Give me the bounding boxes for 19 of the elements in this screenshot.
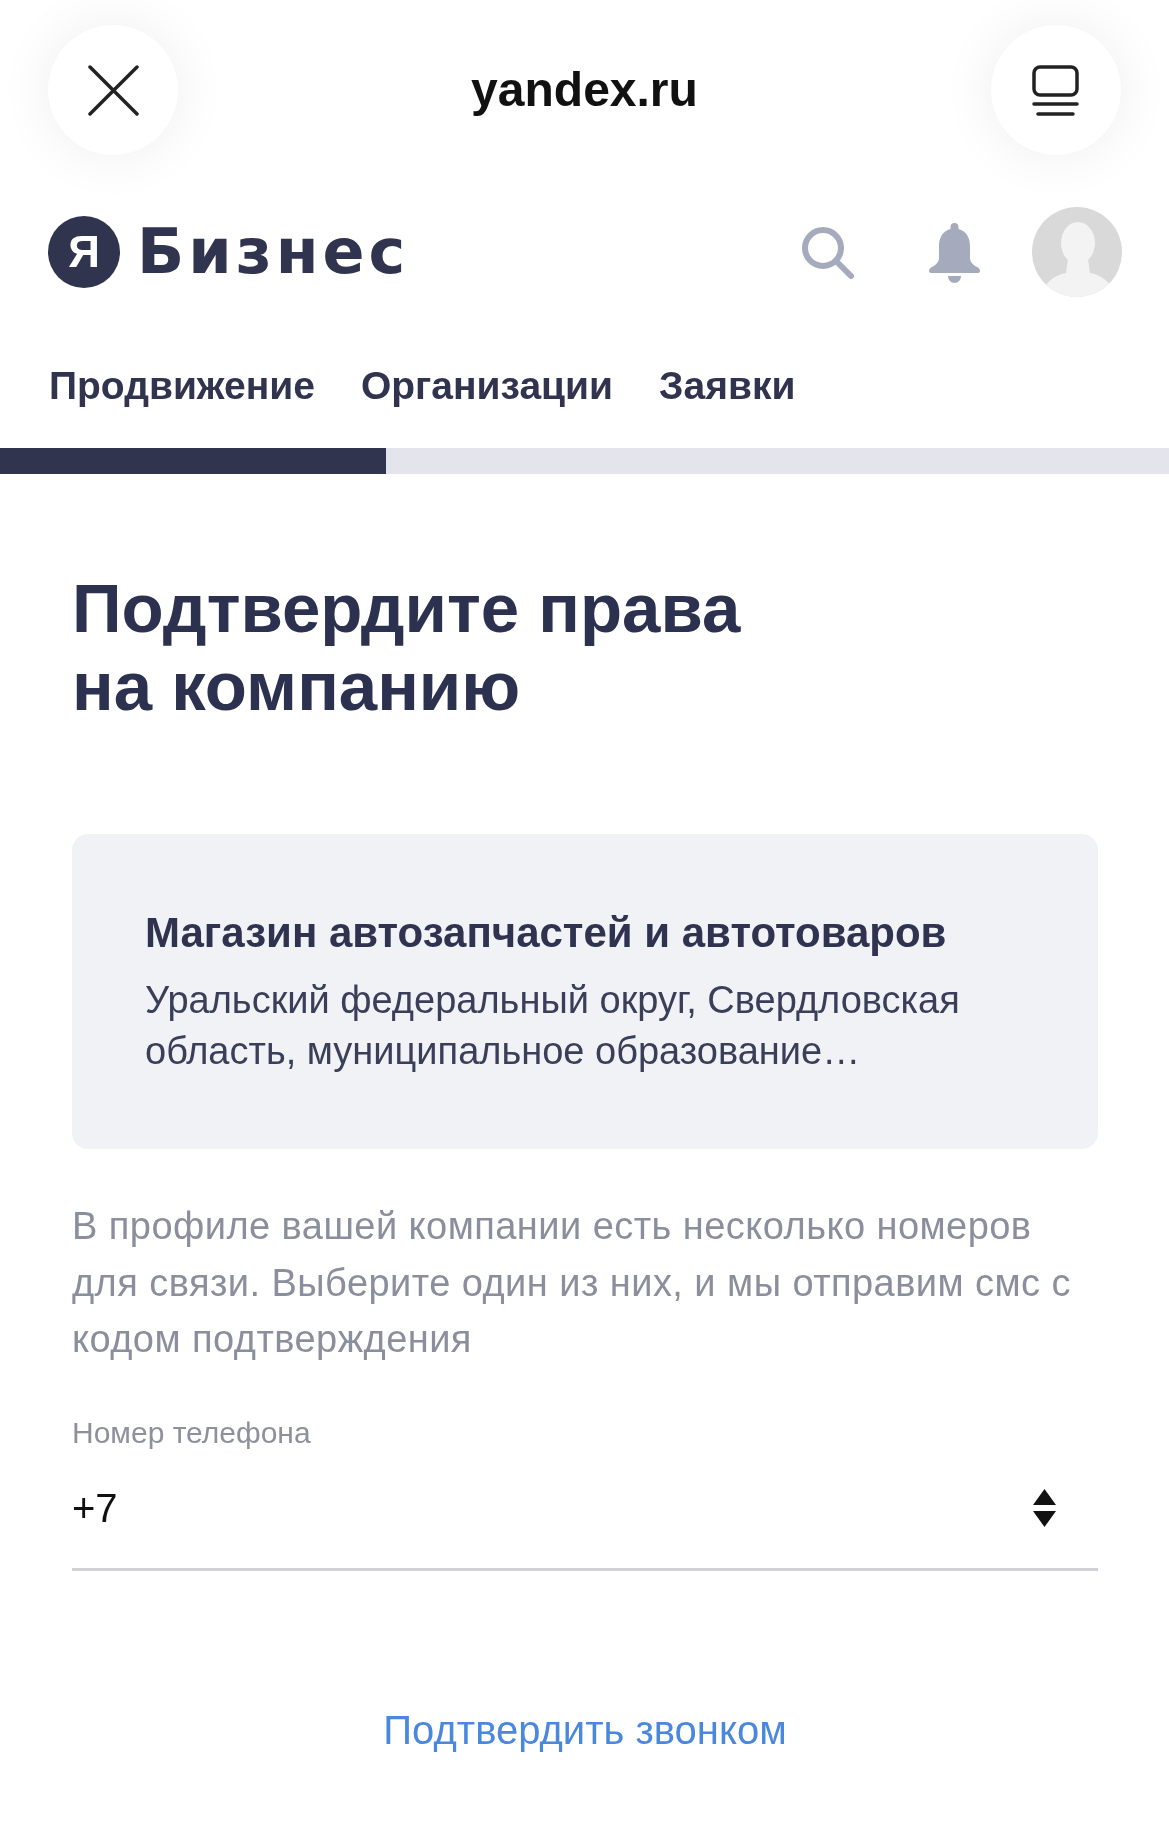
select-arrows-icon	[1033, 1488, 1056, 1527]
confirm-call-link[interactable]: Подтвердить звонком	[383, 1704, 787, 1755]
nav-tab[interactable]: Организации	[360, 362, 614, 410]
logo-text: Бизнес	[137, 216, 410, 288]
nav-tab[interactable]: Продвижение	[49, 362, 315, 410]
avatar-icon[interactable]	[1032, 207, 1122, 297]
page-title: Подтвердите права на компанию	[72, 570, 742, 726]
nav-tab[interactable]: Заявки	[659, 362, 796, 410]
bell-icon[interactable]	[929, 221, 980, 283]
field-label: Номер телефона	[72, 1414, 312, 1451]
logo-badge: Я	[48, 216, 120, 288]
close-icon	[87, 64, 139, 116]
company-name: Магазин автозапчастей и автотоваров	[145, 908, 948, 958]
page-url: yandex.ru	[471, 62, 698, 118]
company-address: Уральский федеральный округ, Свердловская область, муниципальное образование…	[145, 978, 961, 1074]
tabs-icon	[1032, 64, 1080, 116]
search-icon[interactable]	[800, 224, 855, 280]
description-text: В профиле вашей компании есть несколько номеров для связи. Выберите один из них, и мы отправим смс с кодом подтверждения	[72, 1204, 1073, 1362]
phone-select[interactable]: +7	[72, 1452, 1098, 1571]
